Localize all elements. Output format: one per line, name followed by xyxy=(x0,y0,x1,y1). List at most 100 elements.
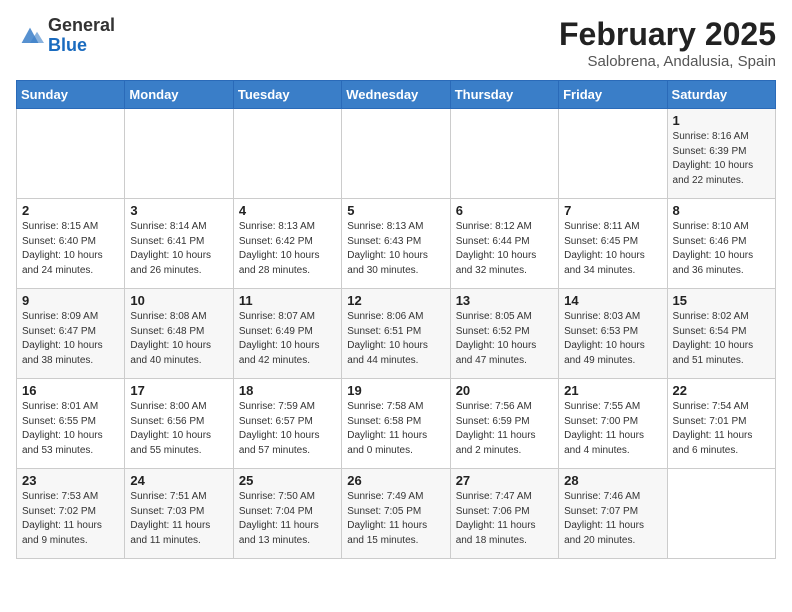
day-info: Sunrise: 7:54 AM Sunset: 7:01 PM Dayligh… xyxy=(673,400,770,458)
calendar-week-row: 2 Sunrise: 8:15 AM Sunset: 6:40 PM Daylig… xyxy=(17,199,776,289)
day-info: Sunrise: 8:11 AM Sunset: 6:45 PM Dayligh… xyxy=(564,220,661,278)
day-info: Sunrise: 7:51 AM Sunset: 7:03 PM Dayligh… xyxy=(130,490,227,548)
calendar-cell: 24 Sunrise: 7:51 AM Sunset: 7:03 PM Dayli… xyxy=(125,469,233,559)
calendar-body: 1Sunrise: 8:16 AM Sunset: 6:39 PM Daylig… xyxy=(17,109,776,559)
calendar-cell: 22 Sunrise: 7:54 AM Sunset: 7:01 PM Dayli… xyxy=(667,379,775,469)
day-number: 9 xyxy=(22,293,119,308)
calendar-cell xyxy=(233,109,341,199)
calendar-week-row: 23 Sunrise: 7:53 AM Sunset: 7:02 PM Dayli… xyxy=(17,469,776,559)
page-header: General Blue February 2025 Salobrena, An… xyxy=(16,16,776,70)
day-info: Sunrise: 8:06 AM Sunset: 6:51 PM Dayligh… xyxy=(347,310,444,368)
day-number: 18 xyxy=(239,383,336,398)
day-info: Sunrise: 8:02 AM Sunset: 6:54 PM Dayligh… xyxy=(673,310,770,368)
day-info: Sunrise: 7:56 AM Sunset: 6:59 PM Dayligh… xyxy=(456,400,553,458)
weekday-header-sunday: Sunday xyxy=(17,81,125,109)
calendar-subtitle: Salobrena, Andalusia, Spain xyxy=(559,53,776,70)
calendar-cell: 23 Sunrise: 7:53 AM Sunset: 7:02 PM Dayli… xyxy=(17,469,125,559)
calendar-cell: 2 Sunrise: 8:15 AM Sunset: 6:40 PM Daylig… xyxy=(17,199,125,289)
day-info: Sunrise: 7:50 AM Sunset: 7:04 PM Dayligh… xyxy=(239,490,336,548)
calendar-cell: 13 Sunrise: 8:05 AM Sunset: 6:52 PM Dayli… xyxy=(450,289,558,379)
day-number: 7 xyxy=(564,203,661,218)
calendar-cell xyxy=(17,109,125,199)
day-number: 10 xyxy=(130,293,227,308)
calendar-cell: 26 Sunrise: 7:49 AM Sunset: 7:05 PM Dayli… xyxy=(342,469,450,559)
calendar-header: SundayMondayTuesdayWednesdayThursdayFrid… xyxy=(17,81,776,109)
day-number: 23 xyxy=(22,473,119,488)
day-info: Sunrise: 8:05 AM Sunset: 6:52 PM Dayligh… xyxy=(456,310,553,368)
day-number: 12 xyxy=(347,293,444,308)
day-number: 13 xyxy=(456,293,553,308)
calendar-week-row: 1Sunrise: 8:16 AM Sunset: 6:39 PM Daylig… xyxy=(17,109,776,199)
weekday-header-thursday: Thursday xyxy=(450,81,558,109)
day-number: 6 xyxy=(456,203,553,218)
calendar-cell: 6 Sunrise: 8:12 AM Sunset: 6:44 PM Daylig… xyxy=(450,199,558,289)
day-number: 20 xyxy=(456,383,553,398)
day-number: 2 xyxy=(22,203,119,218)
calendar-cell: 8 Sunrise: 8:10 AM Sunset: 6:46 PM Daylig… xyxy=(667,199,775,289)
day-info: Sunrise: 8:00 AM Sunset: 6:56 PM Dayligh… xyxy=(130,400,227,458)
day-info: Sunrise: 7:55 AM Sunset: 7:00 PM Dayligh… xyxy=(564,400,661,458)
logo-text: General Blue xyxy=(48,16,115,56)
weekday-header-wednesday: Wednesday xyxy=(342,81,450,109)
day-info: Sunrise: 8:10 AM Sunset: 6:46 PM Dayligh… xyxy=(673,220,770,278)
day-number: 15 xyxy=(673,293,770,308)
day-number: 4 xyxy=(239,203,336,218)
day-info: Sunrise: 8:09 AM Sunset: 6:47 PM Dayligh… xyxy=(22,310,119,368)
day-number: 25 xyxy=(239,473,336,488)
calendar-cell: 21Sunrise: 7:55 AM Sunset: 7:00 PM Dayli… xyxy=(559,379,667,469)
day-number: 28 xyxy=(564,473,661,488)
day-info: Sunrise: 7:49 AM Sunset: 7:05 PM Dayligh… xyxy=(347,490,444,548)
calendar-cell: 4Sunrise: 8:13 AM Sunset: 6:42 PM Daylig… xyxy=(233,199,341,289)
day-info: Sunrise: 7:47 AM Sunset: 7:06 PM Dayligh… xyxy=(456,490,553,548)
calendar-table: SundayMondayTuesdayWednesdayThursdayFrid… xyxy=(16,80,776,559)
logo-blue: Blue xyxy=(48,35,87,55)
weekday-row: SundayMondayTuesdayWednesdayThursdayFrid… xyxy=(17,81,776,109)
calendar-title: February 2025 xyxy=(559,16,776,53)
day-number: 19 xyxy=(347,383,444,398)
calendar-cell: 16 Sunrise: 8:01 AM Sunset: 6:55 PM Dayli… xyxy=(17,379,125,469)
calendar-week-row: 16 Sunrise: 8:01 AM Sunset: 6:55 PM Dayli… xyxy=(17,379,776,469)
logo-general: General xyxy=(48,15,115,35)
calendar-cell: 3Sunrise: 8:14 AM Sunset: 6:41 PM Daylig… xyxy=(125,199,233,289)
calendar-cell xyxy=(667,469,775,559)
calendar-cell: 27 Sunrise: 7:47 AM Sunset: 7:06 PM Dayli… xyxy=(450,469,558,559)
day-number: 16 xyxy=(22,383,119,398)
calendar-cell: 17Sunrise: 8:00 AM Sunset: 6:56 PM Dayli… xyxy=(125,379,233,469)
day-info: Sunrise: 8:15 AM Sunset: 6:40 PM Dayligh… xyxy=(22,220,119,278)
calendar-cell xyxy=(125,109,233,199)
day-info: Sunrise: 7:46 AM Sunset: 7:07 PM Dayligh… xyxy=(564,490,661,548)
logo-icon xyxy=(16,22,44,50)
day-info: Sunrise: 8:01 AM Sunset: 6:55 PM Dayligh… xyxy=(22,400,119,458)
day-number: 14 xyxy=(564,293,661,308)
day-info: Sunrise: 8:07 AM Sunset: 6:49 PM Dayligh… xyxy=(239,310,336,368)
calendar-cell: 1Sunrise: 8:16 AM Sunset: 6:39 PM Daylig… xyxy=(667,109,775,199)
day-number: 8 xyxy=(673,203,770,218)
day-number: 27 xyxy=(456,473,553,488)
calendar-cell: 12 Sunrise: 8:06 AM Sunset: 6:51 PM Dayli… xyxy=(342,289,450,379)
logo: General Blue xyxy=(16,16,115,56)
day-info: Sunrise: 7:59 AM Sunset: 6:57 PM Dayligh… xyxy=(239,400,336,458)
weekday-header-monday: Monday xyxy=(125,81,233,109)
day-number: 22 xyxy=(673,383,770,398)
calendar-cell: 14 Sunrise: 8:03 AM Sunset: 6:53 PM Dayli… xyxy=(559,289,667,379)
calendar-cell: 7 Sunrise: 8:11 AM Sunset: 6:45 PM Daylig… xyxy=(559,199,667,289)
calendar-cell: 25 Sunrise: 7:50 AM Sunset: 7:04 PM Dayli… xyxy=(233,469,341,559)
calendar-cell: 20 Sunrise: 7:56 AM Sunset: 6:59 PM Dayli… xyxy=(450,379,558,469)
calendar-cell: 5 Sunrise: 8:13 AM Sunset: 6:43 PM Daylig… xyxy=(342,199,450,289)
day-info: Sunrise: 8:16 AM Sunset: 6:39 PM Dayligh… xyxy=(673,130,770,188)
day-info: Sunrise: 7:53 AM Sunset: 7:02 PM Dayligh… xyxy=(22,490,119,548)
weekday-header-friday: Friday xyxy=(559,81,667,109)
calendar-cell: 19Sunrise: 7:58 AM Sunset: 6:58 PM Dayli… xyxy=(342,379,450,469)
calendar-cell: 11Sunrise: 8:07 AM Sunset: 6:49 PM Dayli… xyxy=(233,289,341,379)
weekday-header-saturday: Saturday xyxy=(667,81,775,109)
calendar-cell xyxy=(559,109,667,199)
calendar-cell xyxy=(450,109,558,199)
day-number: 5 xyxy=(347,203,444,218)
day-info: Sunrise: 8:13 AM Sunset: 6:43 PM Dayligh… xyxy=(347,220,444,278)
day-number: 26 xyxy=(347,473,444,488)
weekday-header-tuesday: Tuesday xyxy=(233,81,341,109)
day-info: Sunrise: 8:14 AM Sunset: 6:41 PM Dayligh… xyxy=(130,220,227,278)
day-number: 24 xyxy=(130,473,227,488)
day-info: Sunrise: 8:03 AM Sunset: 6:53 PM Dayligh… xyxy=(564,310,661,368)
day-info: Sunrise: 8:12 AM Sunset: 6:44 PM Dayligh… xyxy=(456,220,553,278)
